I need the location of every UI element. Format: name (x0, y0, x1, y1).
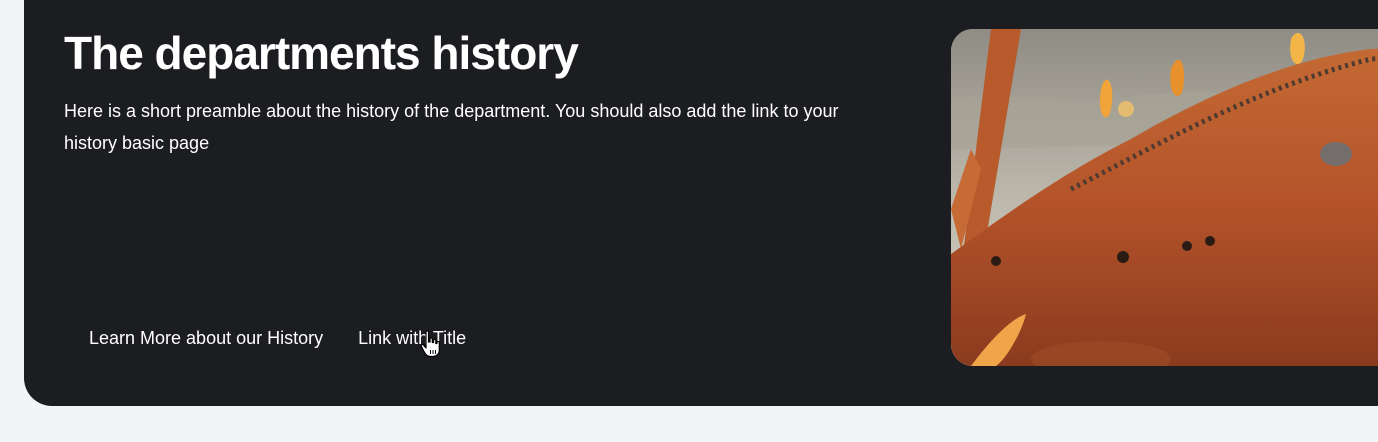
page-title: The departments history (64, 27, 579, 79)
link-with-title[interactable]: Link with Title (341, 322, 484, 355)
hand-cursor-icon (420, 330, 440, 358)
learn-more-history-link[interactable]: Learn More about our History (64, 322, 341, 355)
hero-image (951, 29, 1378, 366)
hero-preamble: Here is a short preamble about the histo… (64, 101, 839, 153)
illustration-image (951, 29, 1378, 366)
history-hero-card: The departments history Here is a short … (24, 0, 1378, 406)
